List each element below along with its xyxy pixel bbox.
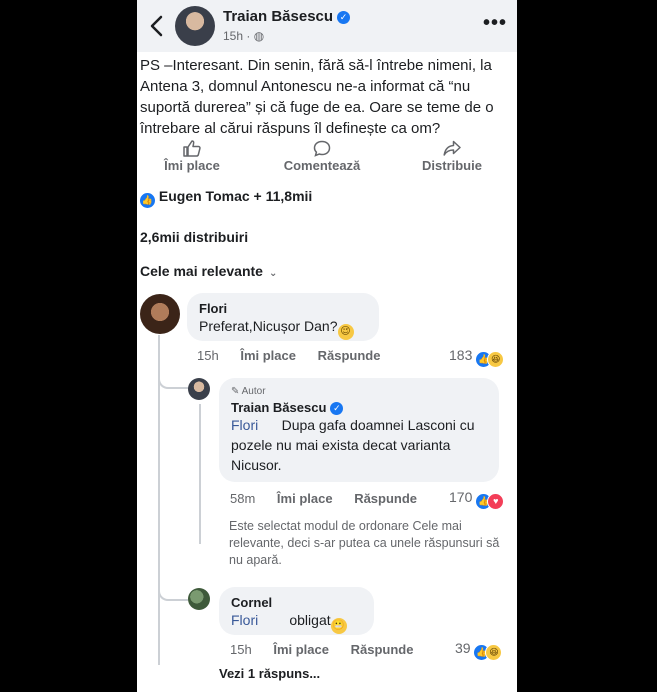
mention-link[interactable]: Flori [231, 612, 258, 628]
share-icon [443, 140, 461, 156]
facebook-post-screen: Traian Băsescu ✓ 15h · ◍ ••• PS –Interesa… [137, 0, 517, 692]
comment-bubble: Flori Preferat,Nicușor Dan? 😉 [187, 293, 379, 341]
reply-reaction-count[interactable]: 39 👍 😆 [455, 640, 503, 661]
commenter-avatar[interactable] [140, 294, 180, 334]
reply-bubble: ✎ Autor Traian Băsescu ✓ Flori Dupa gafa … [219, 378, 499, 482]
wink-emoji-icon: 😉 [337, 324, 354, 340]
share-button[interactable]: Distribuie [402, 140, 502, 173]
reply-like-button[interactable]: Îmi place [277, 491, 333, 506]
view-more-replies-link[interactable]: Vezi 1 răspuns... [219, 666, 320, 681]
reply-reaction-count[interactable]: 170 👍 ♥ [449, 489, 505, 510]
thumbs-up-icon [183, 140, 201, 157]
love-reaction-icon: ♥ [487, 493, 505, 510]
post-time: 15h · ◍ [223, 29, 265, 43]
post-body: PS –Interesant. Din senin, fără să-l înt… [140, 57, 494, 137]
globe-icon: ◍ [253, 29, 265, 43]
verified-badge-icon: ✓ [337, 11, 351, 24]
reply-avatar[interactable] [188, 588, 210, 610]
reply-meta: 15h Îmi place Răspunde [230, 642, 431, 657]
like-reaction-icon: 👍 [140, 193, 155, 208]
comment-reply-button[interactable]: Răspunde [318, 348, 381, 363]
reply-text: Flori Dupa gafa doamnei Lasconi cu pozel… [231, 417, 475, 473]
reply-reply-button[interactable]: Răspunde [351, 642, 414, 657]
reply-time: 58m [230, 491, 256, 506]
chevron-down-icon: ⌄ [268, 268, 278, 279]
author-avatar[interactable] [175, 6, 215, 46]
verified-badge-icon: ✓ [330, 402, 344, 415]
reply-author-name[interactable]: Traian Băsescu ✓ [231, 400, 487, 415]
comment-button[interactable]: Comentează [272, 140, 372, 173]
shares-count[interactable]: 2,6mii distribuiri [140, 229, 248, 245]
comment-time: 15h [197, 348, 219, 363]
comment-text: Preferat,Nicușor Dan? 😉 [199, 316, 367, 340]
author-name[interactable]: Traian Băsescu ✓ [223, 8, 351, 25]
comment-reaction-count[interactable]: 183 👍 😆 [449, 347, 505, 368]
comment-icon [313, 140, 331, 157]
sorting-info-note: Este selectat modul de ordonare Cele mai… [229, 519, 500, 567]
like-button[interactable]: Îmi place [142, 140, 242, 173]
author-badge: ✎ Autor [231, 386, 266, 397]
comment-like-button[interactable]: Îmi place [240, 348, 296, 363]
thread-line [199, 404, 201, 544]
reply-time: 15h [230, 642, 252, 657]
reply-like-button[interactable]: Îmi place [273, 642, 329, 657]
comment-meta: 15h Îmi place Răspunde [197, 348, 398, 363]
haha-reaction-icon: 😆 [485, 644, 503, 661]
reply-reply-button[interactable]: Răspunde [354, 491, 417, 506]
thread-connector [158, 365, 188, 389]
reply-meta: 58m Îmi place Răspunde [230, 491, 435, 506]
haha-reaction-icon: 😆 [487, 351, 505, 368]
pen-icon: ✎ [231, 386, 240, 397]
grimace-emoji-icon: 😬 [330, 618, 347, 634]
reactions-summary[interactable]: 👍 Eugen Tomac + 11,8mii [140, 188, 312, 208]
reply-text: Flori obligat 😬 [231, 610, 362, 634]
reply-bubble: Cornel Flori obligat 😬 [219, 587, 374, 635]
more-options-icon[interactable]: ••• [483, 12, 507, 35]
thread-connector [158, 585, 188, 601]
post-actions: Îmi place Comentează Distribuie [137, 140, 517, 180]
comment-sort-dropdown[interactable]: Cele mai relevante ⌄ [140, 263, 277, 279]
reply-author-name[interactable]: Cornel [231, 595, 362, 610]
commenter-name[interactable]: Flori [199, 301, 367, 316]
mention-link[interactable]: Flori [231, 417, 258, 433]
back-arrow-icon[interactable] [145, 12, 169, 40]
post-header: Traian Băsescu ✓ 15h · ◍ ••• [137, 0, 517, 52]
reactions-summary-text: Eugen Tomac + 11,8mii [158, 188, 313, 204]
reply-author-avatar[interactable] [188, 378, 210, 400]
